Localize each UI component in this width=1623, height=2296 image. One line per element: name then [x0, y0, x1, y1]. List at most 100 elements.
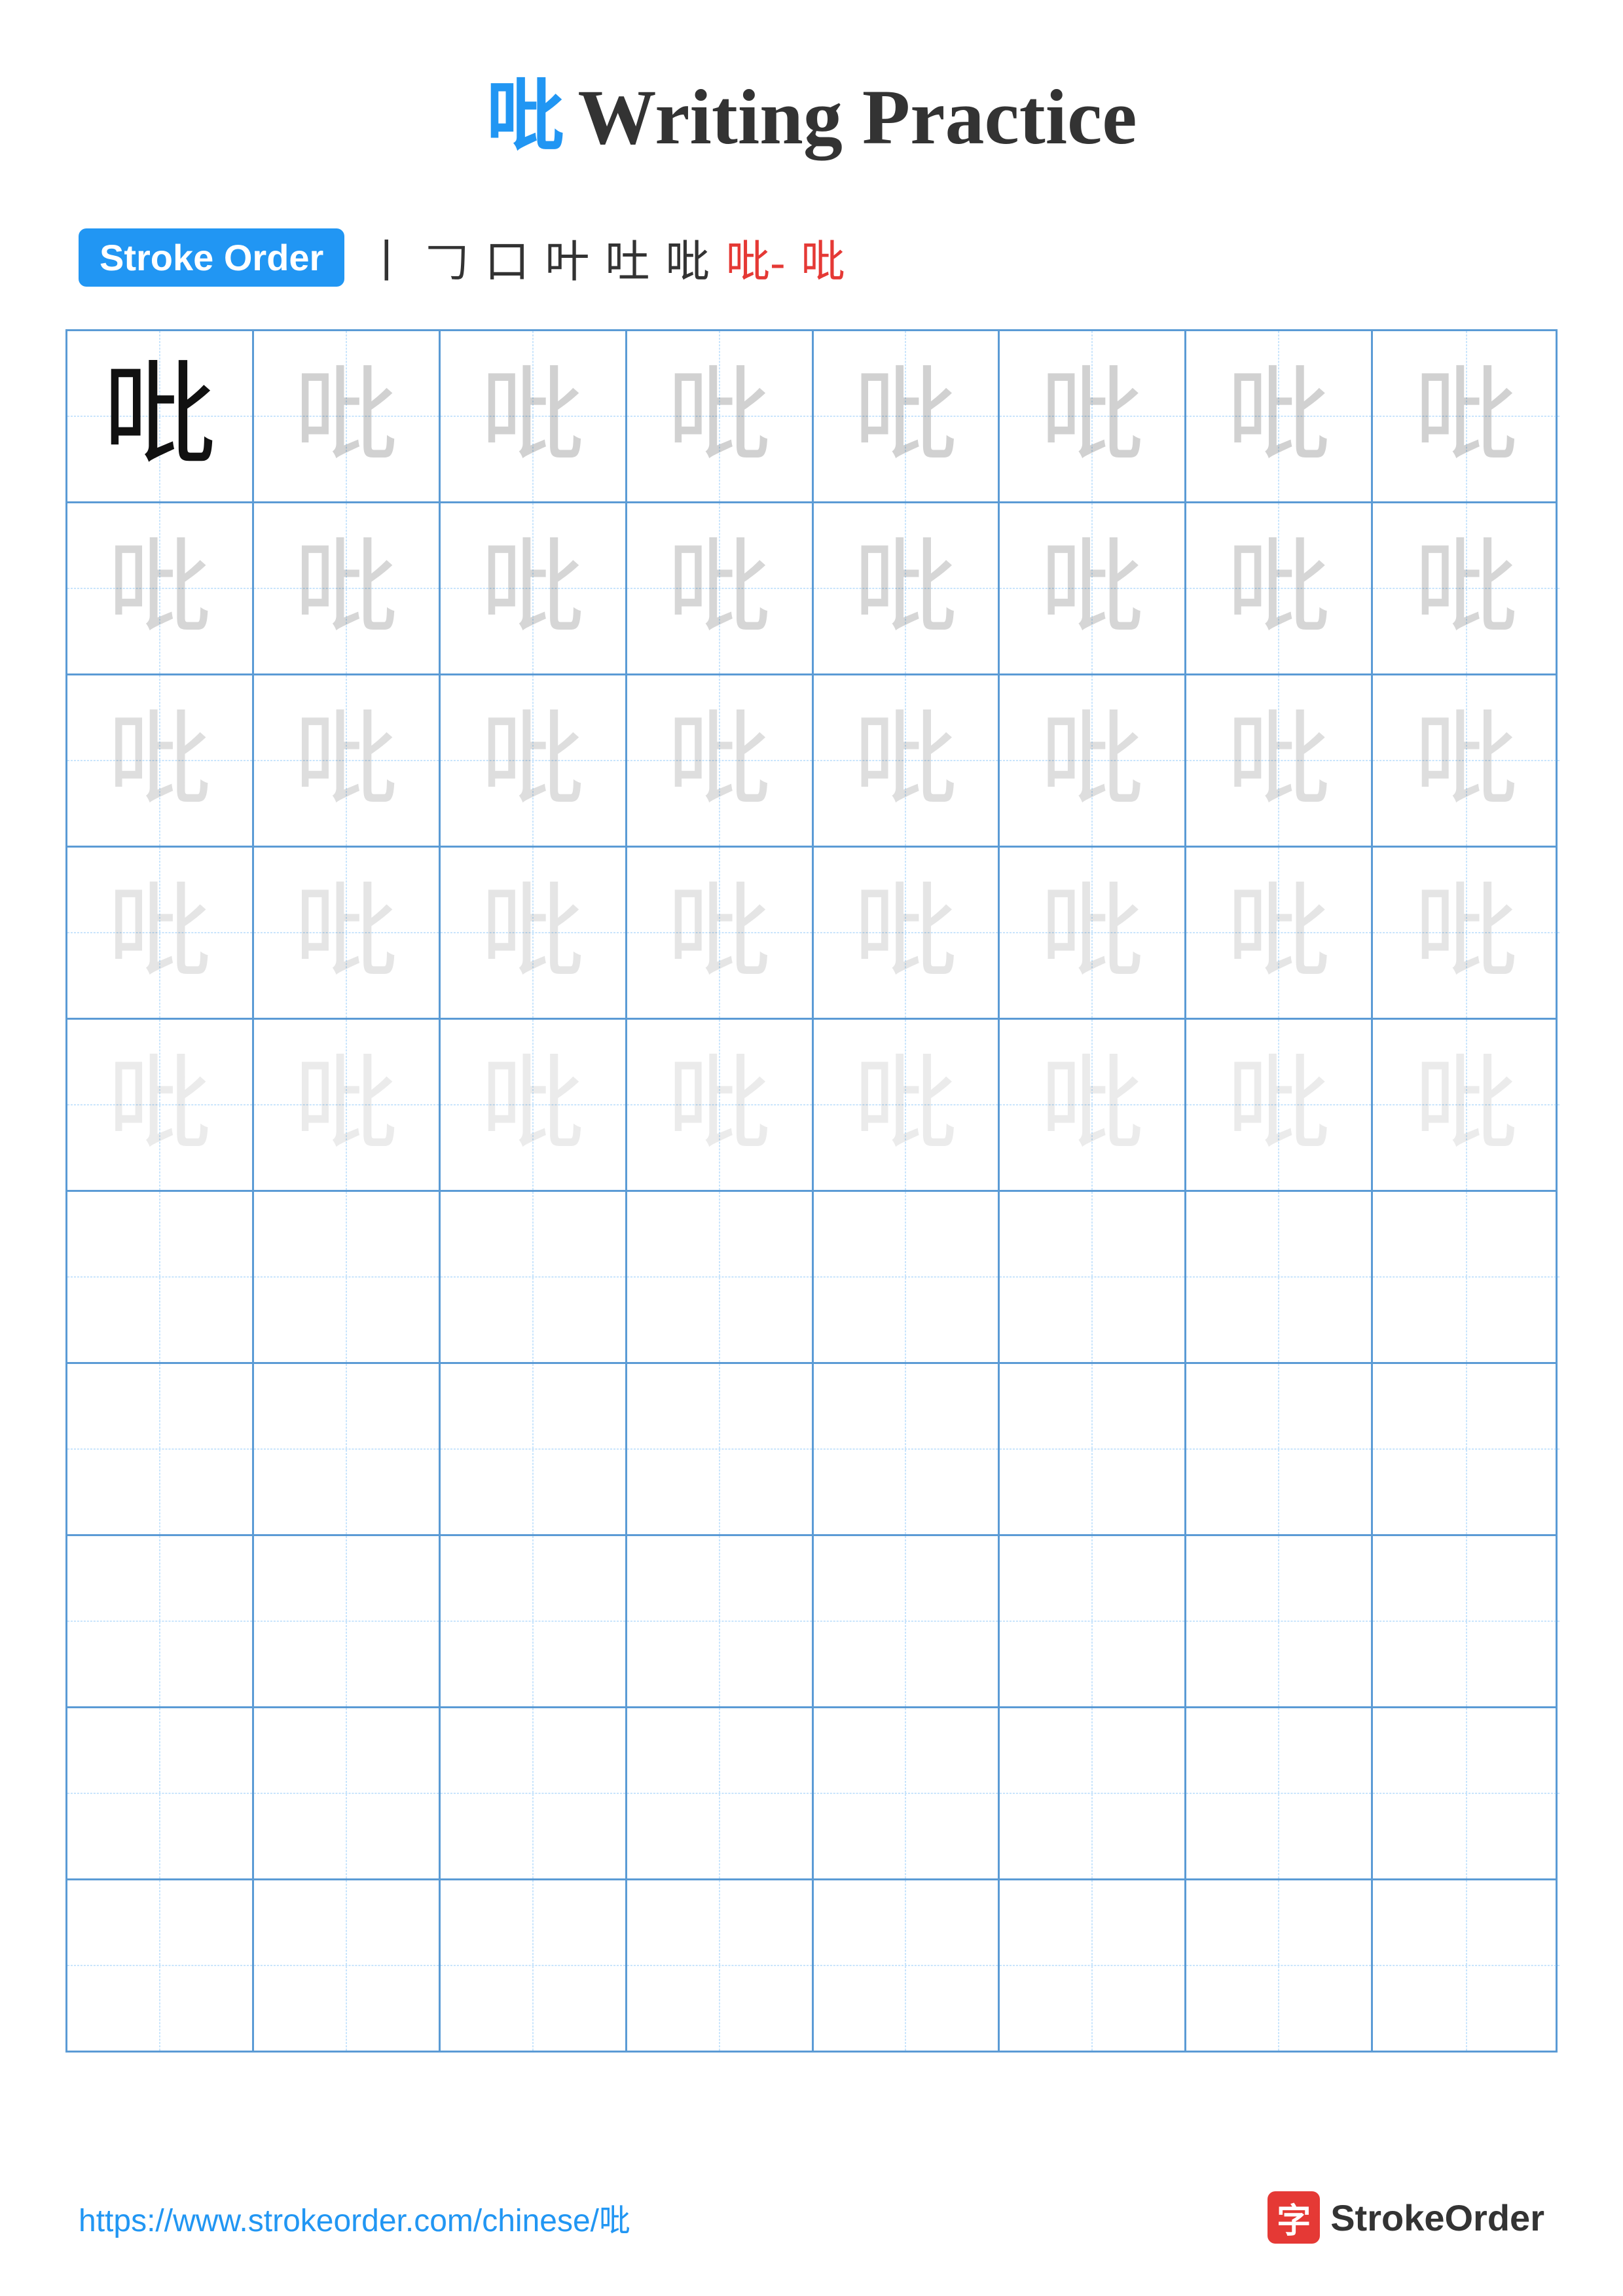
grid-cell[interactable]: 吡 [67, 503, 254, 673]
grid-cell[interactable] [1000, 1536, 1186, 1706]
grid-cell[interactable] [627, 1708, 814, 1878]
grid-cell[interactable]: 吡 [1373, 331, 1559, 501]
grid-cell[interactable] [1186, 1708, 1373, 1878]
grid-cell[interactable] [67, 1880, 254, 2051]
grid-cell[interactable] [254, 1880, 441, 2051]
grid-cell[interactable]: 吡 [627, 331, 814, 501]
grid-cell[interactable] [1373, 1364, 1559, 1534]
grid-cell[interactable]: 吡 [1373, 848, 1559, 1018]
grid-cell[interactable] [254, 1536, 441, 1706]
cell-char: 吡 [853, 880, 958, 985]
grid-cell[interactable]: 吡 [441, 848, 627, 1018]
cell-char: 吡 [294, 364, 399, 469]
grid-cell[interactable] [441, 1708, 627, 1878]
grid-cell[interactable] [1373, 1880, 1559, 2051]
grid-cell[interactable]: 吡 [254, 503, 441, 673]
grid-cell[interactable] [67, 1536, 254, 1706]
grid-cell[interactable]: 吡 [814, 675, 1000, 846]
grid-cell[interactable] [441, 1192, 627, 1362]
cell-char: 吡 [853, 1052, 958, 1157]
grid-cell[interactable] [67, 1364, 254, 1534]
grid-cell[interactable]: 吡 [814, 503, 1000, 673]
grid-cell[interactable]: 吡 [254, 675, 441, 846]
grid-row: 吡吡吡吡吡吡吡吡 [67, 503, 1556, 675]
grid-cell[interactable] [814, 1536, 1000, 1706]
grid-cell[interactable] [1186, 1192, 1373, 1362]
grid-cell[interactable] [1186, 1880, 1373, 2051]
grid-cell[interactable]: 吡 [1186, 1020, 1373, 1190]
cell-char: 吡 [667, 880, 772, 985]
grid-cell[interactable]: 吡 [627, 503, 814, 673]
grid-cell[interactable] [627, 1192, 814, 1362]
grid-cell[interactable] [254, 1364, 441, 1534]
grid-cell[interactable] [1000, 1880, 1186, 2051]
grid-cell[interactable]: 吡 [1373, 1020, 1559, 1190]
grid-cell[interactable]: 吡 [814, 331, 1000, 501]
grid-cell[interactable]: 吡 [627, 1020, 814, 1190]
stroke-6: 吡 [665, 225, 710, 290]
grid-cell[interactable]: 吡 [441, 503, 627, 673]
grid-cell[interactable] [814, 1364, 1000, 1534]
stroke-order-badge: Stroke Order [79, 228, 344, 287]
grid-cell[interactable]: 吡 [1373, 503, 1559, 673]
grid-cell[interactable]: 吡 [1000, 848, 1186, 1018]
grid-cell[interactable] [1373, 1536, 1559, 1706]
grid-cell[interactable]: 吡 [1186, 848, 1373, 1018]
grid-cell[interactable] [1186, 1364, 1373, 1534]
grid-cell[interactable] [627, 1364, 814, 1534]
grid-cell[interactable]: 吡 [1186, 331, 1373, 501]
grid-cell[interactable]: 吡 [814, 1020, 1000, 1190]
grid-cell[interactable] [1000, 1192, 1186, 1362]
grid-row [67, 1192, 1556, 1364]
grid-cell[interactable]: 吡 [441, 675, 627, 846]
grid-cell[interactable] [814, 1192, 1000, 1362]
grid-cell[interactable] [441, 1536, 627, 1706]
grid-cell[interactable]: 吡 [1186, 675, 1373, 846]
grid-cell[interactable] [814, 1880, 1000, 2051]
grid-cell[interactable]: 吡 [67, 331, 254, 501]
grid-cell[interactable]: 吡 [254, 331, 441, 501]
grid-cell[interactable] [1000, 1364, 1186, 1534]
grid-cell[interactable] [814, 1708, 1000, 1878]
grid-cell[interactable]: 吡 [814, 848, 1000, 1018]
cell-char: 吡 [1414, 880, 1519, 985]
grid-cell[interactable]: 吡 [67, 675, 254, 846]
grid-row [67, 1364, 1556, 1536]
grid-cell[interactable] [67, 1708, 254, 1878]
cell-char: 吡 [1040, 536, 1144, 641]
grid-cell[interactable]: 吡 [1000, 1020, 1186, 1190]
cell-char: 吡 [294, 880, 399, 985]
grid-cell[interactable] [1186, 1536, 1373, 1706]
grid-cell[interactable] [441, 1880, 627, 2051]
grid-cell[interactable] [254, 1192, 441, 1362]
cell-char: 吡 [1414, 536, 1519, 641]
grid-cell[interactable] [441, 1364, 627, 1534]
grid-cell[interactable]: 吡 [1186, 503, 1373, 673]
grid-cell[interactable]: 吡 [254, 848, 441, 1018]
grid-cell[interactable]: 吡 [67, 1020, 254, 1190]
grid-cell[interactable]: 吡 [627, 848, 814, 1018]
grid-cell[interactable]: 吡 [441, 1020, 627, 1190]
grid-cell[interactable] [1373, 1708, 1559, 1878]
grid-cell[interactable]: 吡 [441, 331, 627, 501]
grid-cell[interactable] [1373, 1192, 1559, 1362]
grid-cell[interactable]: 吡 [1373, 675, 1559, 846]
stroke-7: 吡- [725, 225, 785, 290]
grid-cell[interactable]: 吡 [254, 1020, 441, 1190]
grid-cell[interactable]: 吡 [67, 848, 254, 1018]
footer-url: https://www.strokeorder.com/chinese/吡 [79, 2195, 630, 2240]
grid-cell[interactable]: 吡 [1000, 675, 1186, 846]
grid-row: 吡吡吡吡吡吡吡吡 [67, 1020, 1556, 1192]
grid-cell[interactable] [1000, 1708, 1186, 1878]
grid-cell[interactable] [67, 1192, 254, 1362]
cell-char: 吡 [667, 1052, 772, 1157]
grid-cell[interactable] [627, 1880, 814, 2051]
stroke-2: 𠃌 [424, 225, 469, 290]
grid-cell[interactable]: 吡 [1000, 331, 1186, 501]
grid-cell[interactable] [254, 1708, 441, 1878]
cell-char: 吡 [1040, 880, 1144, 985]
cell-char: 吡 [1414, 708, 1519, 813]
grid-cell[interactable]: 吡 [627, 675, 814, 846]
grid-cell[interactable] [627, 1536, 814, 1706]
grid-cell[interactable]: 吡 [1000, 503, 1186, 673]
